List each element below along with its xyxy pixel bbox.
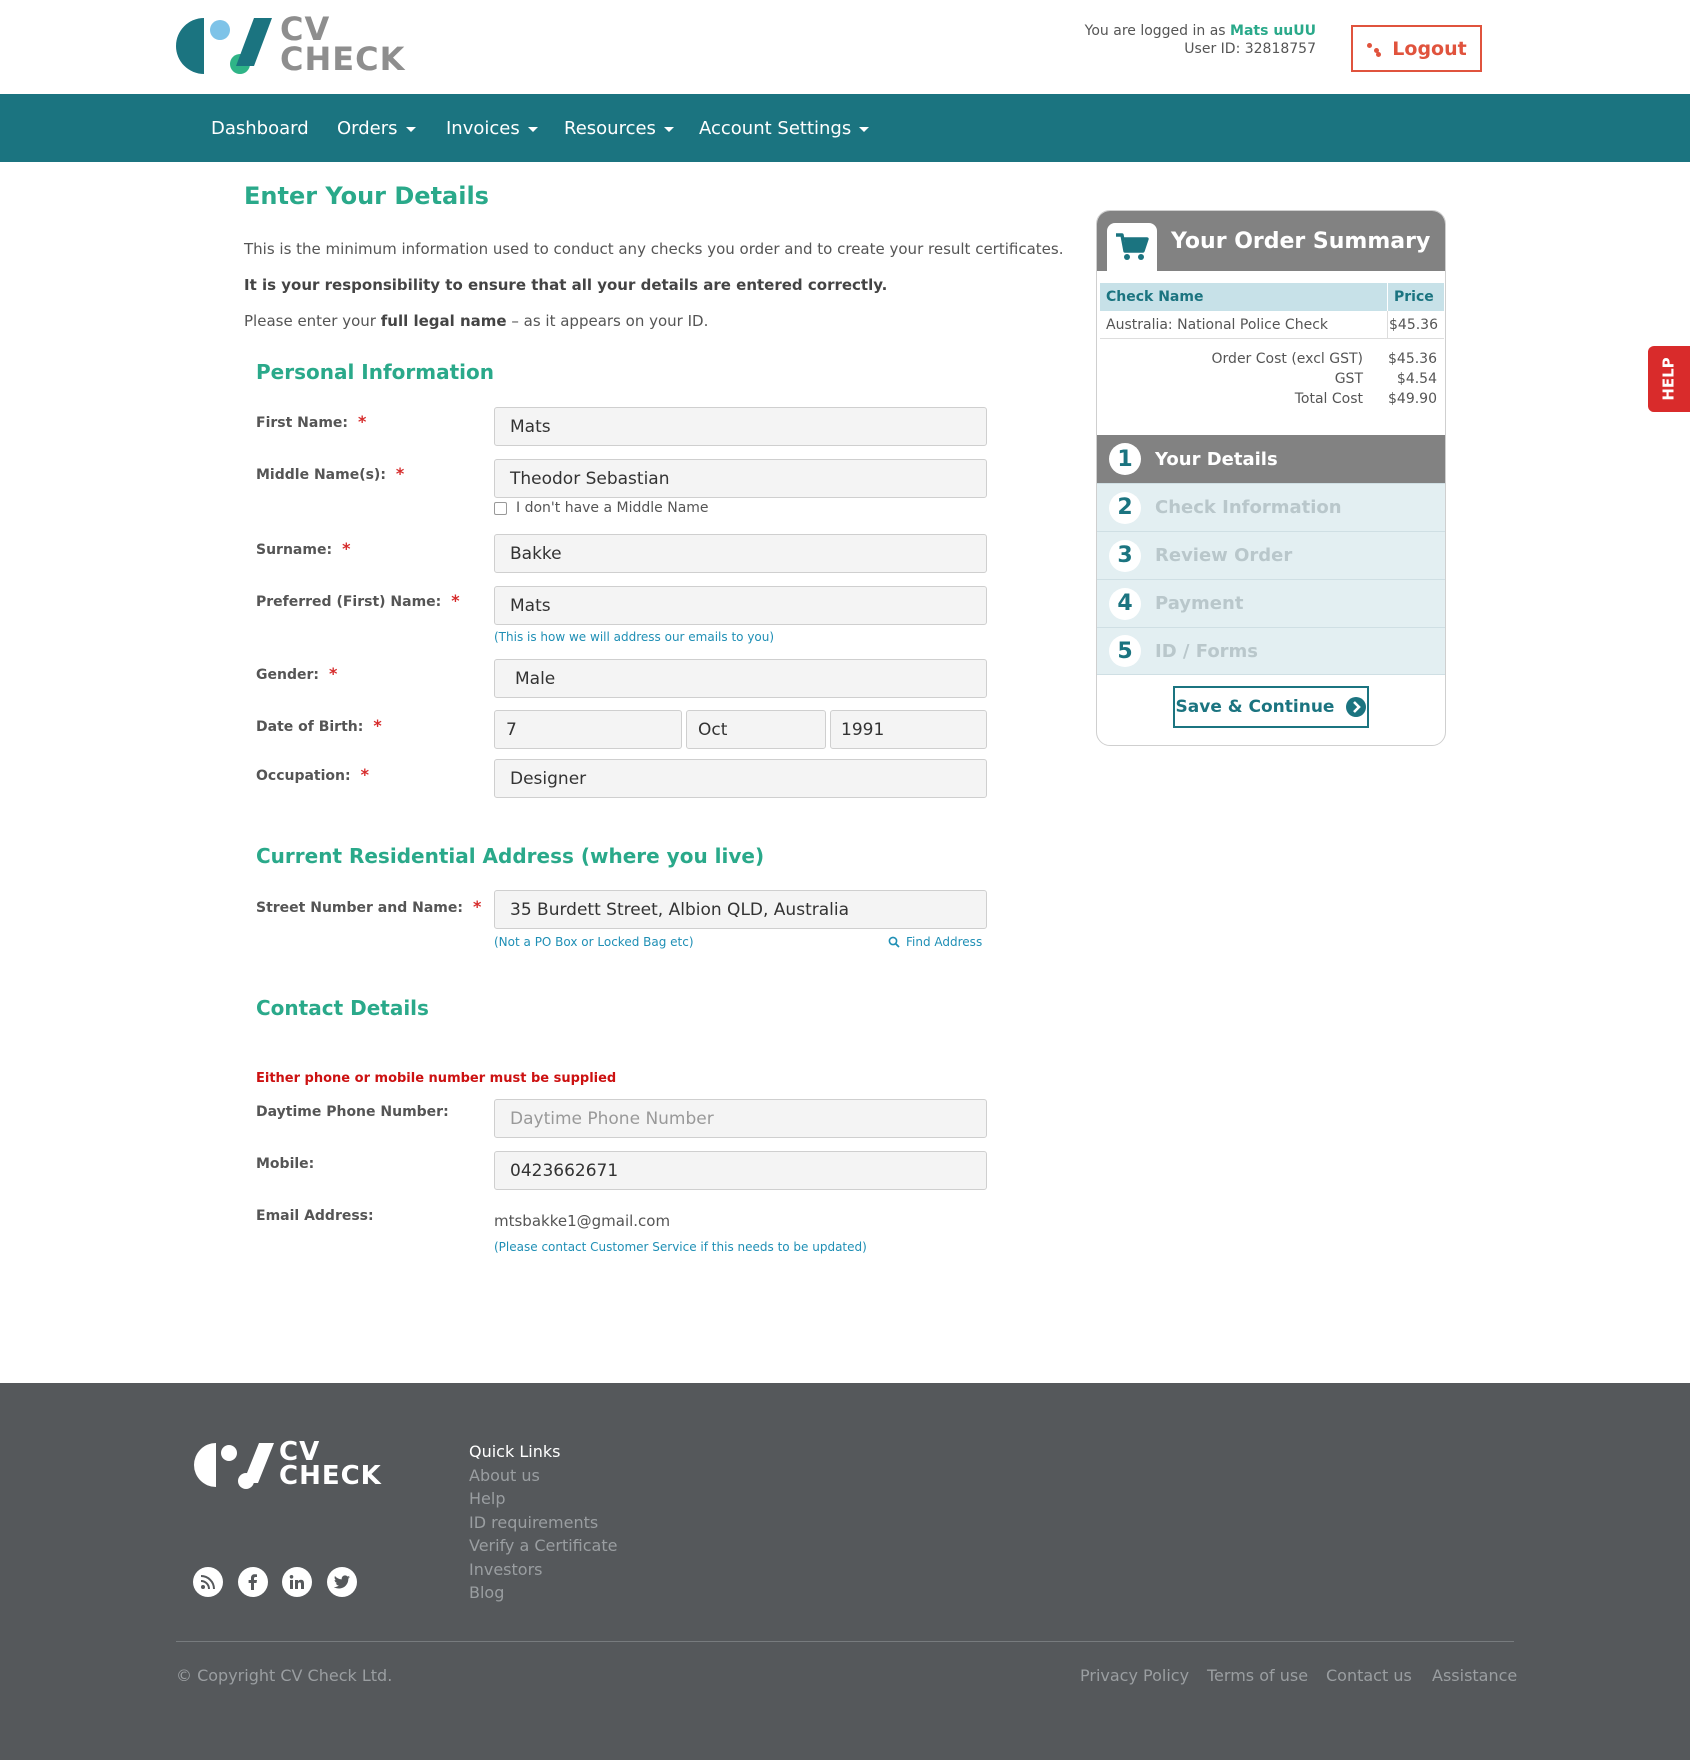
footer-link-verify-certificate[interactable]: Verify a Certificate [469, 1536, 617, 1555]
dob-month-select[interactable]: Oct [686, 710, 826, 749]
email-value: mtsbakke1@gmail.com [494, 1212, 671, 1230]
col-price: Price [1394, 289, 1434, 305]
preferred-name-hint: (This is how we will address our emails … [494, 630, 775, 644]
logout-button[interactable]: Logout [1351, 25, 1482, 72]
help-tab[interactable]: HELP [1648, 346, 1690, 412]
caret-down-icon [663, 127, 674, 132]
section-contact-details: Contact Details [256, 996, 429, 1020]
footer-link-about-us[interactable]: About us [469, 1466, 540, 1485]
step-check-information[interactable]: 2 Check Information [1097, 483, 1445, 531]
mobile-input[interactable]: 0423662671 [494, 1151, 987, 1190]
login-info: You are logged in as Mats uuUU User ID: … [1084, 23, 1316, 57]
order-summary-title: Your Order Summary [1171, 229, 1431, 254]
page-title: Enter Your Details [244, 182, 489, 210]
gst-label: GST [1334, 371, 1363, 387]
order-cost-value: $45.36 [1388, 351, 1437, 367]
nav-orders[interactable]: Orders [337, 94, 416, 162]
header: CV CHECK You are logged in as Mats uuUU … [0, 0, 1690, 94]
step-payment[interactable]: 4 Payment [1097, 579, 1445, 627]
cart-icon [1116, 233, 1149, 260]
preferred-name-label: Preferred (First) Name: * [256, 591, 460, 610]
save-continue-button[interactable]: Save & Continue [1173, 686, 1369, 728]
linkedin-icon[interactable] [282, 1567, 312, 1597]
dob-label: Date of Birth: * [256, 716, 382, 735]
section-personal-information: Personal Information [256, 360, 494, 384]
checkbox-box[interactable] [494, 501, 507, 515]
quick-links-title: Quick Links [469, 1442, 561, 1461]
street-hint: (Not a PO Box or Locked Bag etc) [494, 935, 694, 949]
order-summary-panel: Your Order Summary Check Name Price Aust… [1096, 210, 1446, 746]
intro-legal-name: Please enter your full legal name – as i… [244, 312, 709, 330]
copyright: © Copyright CV Check Ltd. [176, 1666, 393, 1685]
daytime-phone-label: Daytime Phone Number: [256, 1104, 449, 1120]
caret-down-icon [527, 127, 538, 132]
gender-label: Gender: * [256, 664, 338, 683]
occupation-input[interactable]: Designer [494, 759, 987, 798]
street-input[interactable]: 35 Burdett Street, Albion QLD, Australia [494, 890, 987, 929]
phone-error-message: Either phone or mobile number must be su… [256, 1071, 617, 1086]
nav-account-settings[interactable]: Account Settings [699, 94, 870, 162]
section-residential-address: Current Residential Address (where you l… [256, 844, 765, 868]
dob-day-select[interactable]: 7 [494, 710, 682, 749]
dob-year-select[interactable]: 1991 [830, 710, 987, 749]
rss-icon[interactable] [193, 1567, 223, 1597]
footer-link-id-requirements[interactable]: ID requirements [469, 1513, 598, 1532]
total-cost-label: Total Cost [1294, 391, 1363, 407]
find-address-link[interactable]: Find Address [888, 935, 982, 949]
occupation-label: Occupation: * [256, 765, 369, 784]
footer-link-terms-of-use[interactable]: Terms of use [1207, 1666, 1308, 1685]
nav-invoices[interactable]: Invoices [446, 94, 538, 162]
footer-link-blog[interactable]: Blog [469, 1583, 504, 1602]
nav-dashboard[interactable]: Dashboard [211, 94, 309, 162]
col-check-name: Check Name [1106, 289, 1204, 305]
daytime-phone-input[interactable]: Daytime Phone Number [494, 1099, 987, 1138]
intro-text: This is the minimum information used to … [244, 240, 1064, 258]
surname-label: Surname: * [256, 539, 351, 558]
step-review-order[interactable]: 3 Review Order [1097, 531, 1445, 579]
logout-dots-icon [1366, 41, 1382, 57]
twitter-icon[interactable] [327, 1567, 357, 1597]
facebook-icon[interactable] [238, 1567, 268, 1597]
footer-link-contact-us[interactable]: Contact us [1326, 1666, 1412, 1685]
caret-down-icon [405, 127, 416, 132]
footer: CV CHECK Quick Links About us Help ID re… [0, 1383, 1690, 1760]
footer-link-help[interactable]: Help [469, 1489, 505, 1508]
order-cost-label: Order Cost (excl GST) [1211, 351, 1363, 367]
first-name-label: First Name: * [256, 412, 367, 431]
order-summary-header: Your Order Summary [1097, 211, 1445, 271]
gst-value: $4.54 [1396, 371, 1437, 387]
nav-resources[interactable]: Resources [564, 94, 674, 162]
middle-name-label: Middle Name(s): * [256, 464, 405, 483]
logo-wordmark: CV CHECK [280, 10, 406, 78]
summary-item-row: Australia: National Police Check $45.36 [1100, 311, 1444, 339]
step-your-details[interactable]: 1 Your Details [1097, 435, 1445, 483]
email-label: Email Address: [256, 1208, 374, 1224]
footer-link-privacy-policy[interactable]: Privacy Policy [1080, 1666, 1189, 1685]
intro-responsibility: It is your responsibility to ensure that… [244, 276, 888, 294]
footer-link-investors[interactable]: Investors [469, 1560, 542, 1579]
middle-name-input[interactable]: Theodor Sebastian [494, 459, 987, 498]
surname-input[interactable]: Bakke [494, 534, 987, 573]
mobile-label: Mobile: [256, 1156, 315, 1172]
search-icon [888, 936, 900, 948]
main-nav: Dashboard Orders Invoices Resources Acco… [0, 94, 1690, 162]
summary-table-header: Check Name Price [1100, 283, 1444, 311]
item-price: $45.36 [1389, 317, 1438, 333]
total-cost-value: $49.90 [1388, 391, 1437, 407]
arrow-right-circle-icon [1346, 697, 1367, 717]
item-name: Australia: National Police Check [1106, 317, 1328, 333]
email-hint: (Please contact Customer Service if this… [494, 1240, 867, 1254]
user-id: User ID: 32818757 [1184, 41, 1316, 57]
no-middle-name-checkbox[interactable]: I don't have a Middle Name [494, 500, 709, 516]
preferred-name-input[interactable]: Mats [494, 586, 987, 625]
first-name-input[interactable]: Mats [494, 407, 987, 446]
gender-select[interactable]: Male [494, 659, 987, 698]
step-id-forms[interactable]: 5 ID / Forms [1097, 627, 1445, 675]
footer-divider [176, 1641, 1514, 1642]
user-name: Mats uuUU [1230, 23, 1316, 39]
footer-logo-wordmark: CV CHECK [279, 1437, 382, 1491]
street-label: Street Number and Name: * [256, 897, 482, 916]
caret-down-icon [859, 127, 870, 132]
footer-link-assistance[interactable]: Assistance [1432, 1666, 1517, 1685]
